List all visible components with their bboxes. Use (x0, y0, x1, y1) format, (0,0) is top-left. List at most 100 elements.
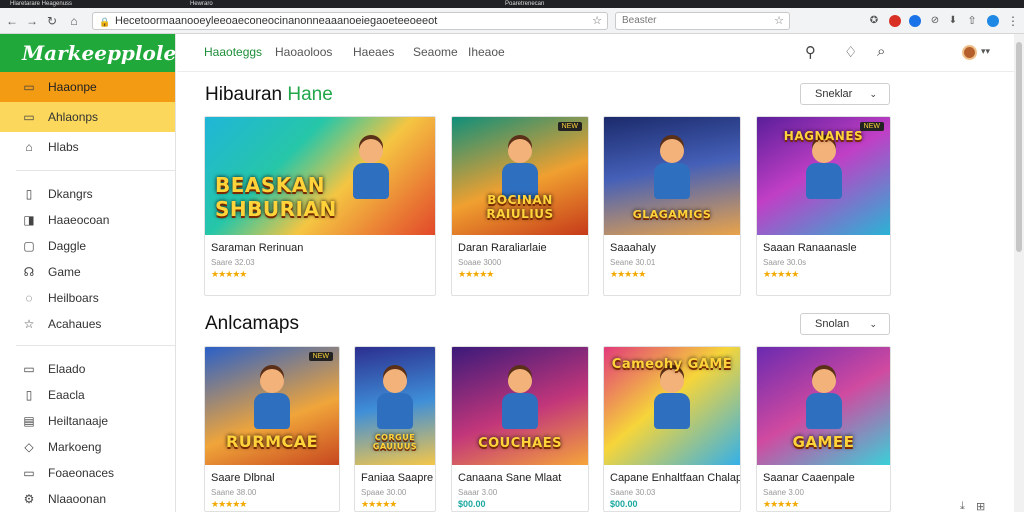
bookmark-icon: ◨ (23, 213, 35, 227)
share-icon[interactable]: ⇧ (964, 13, 980, 29)
chevron-down-icon[interactable]: ▾▾ (981, 46, 990, 57)
rating-stars: ★★★★★ (763, 269, 799, 279)
scrollbar-thumb[interactable] (1016, 42, 1022, 252)
sidebar-item[interactable]: ▯ Eaacla (0, 382, 175, 408)
profile-icon[interactable] (987, 15, 999, 27)
sidebar-item-label: Heilboars (48, 291, 99, 305)
game-art-title: Cameohy GAME (611, 357, 733, 372)
block-icon[interactable]: ⊘ (927, 13, 943, 29)
new-badge: NEW (308, 352, 333, 361)
sidebar-item[interactable]: ▯ Dkangrs (0, 181, 175, 207)
sort-label: Snolan (815, 318, 850, 330)
rating-stars: ★★★★★ (458, 269, 494, 279)
game-card[interactable]: Cameohy GAME Capane Enhaltfaan Chalapraa… (603, 346, 741, 512)
settings-icon: ⚙ (23, 492, 35, 506)
notification-icon[interactable]: ♢ (844, 43, 857, 61)
game-card[interactable]: NEW BOCINAN RAIULIUS Daran Raraliarlaie … (451, 116, 589, 296)
sidebar-item-labs[interactable]: ⌂ Hlabs (0, 132, 175, 162)
menu-icon[interactable]: ⋮ (1005, 13, 1021, 29)
star-icon[interactable]: ☆ (774, 13, 784, 29)
back-icon[interactable]: ← (4, 13, 20, 29)
sidebar-item[interactable]: ▢ Daggle (0, 233, 175, 259)
pin-icon[interactable]: ⤓ (960, 500, 965, 513)
nav-tab[interactable]: Seaome (413, 45, 458, 59)
sidebar-divider (16, 345, 175, 346)
extensions-icon[interactable]: ✪ (866, 13, 882, 29)
sidebar-item[interactable]: ◇ Markoeng (0, 434, 175, 460)
extension-red-icon[interactable] (889, 15, 901, 27)
browser-tab[interactable]: Poaretrenecan (505, 0, 585, 8)
card-price: Saare 32.03 (211, 258, 255, 267)
home-icon[interactable]: ⌂ (66, 13, 82, 29)
sidebar-item[interactable]: ☆ Acahaues (0, 311, 175, 337)
bookmark-star-icon[interactable]: ☆ (592, 13, 602, 29)
browser-tab[interactable]: Hlaretarare Heagenuss (10, 0, 130, 8)
sidebar-item-label: Markoeng (48, 440, 102, 454)
avatar[interactable] (962, 45, 977, 60)
game-art-title: BEASKAN SHBURIAN (215, 173, 337, 221)
user-icon[interactable]: ⚲ (805, 43, 816, 61)
sidebar-item[interactable]: ◨ Haaeocoan (0, 207, 175, 233)
browser-search-input[interactable]: Beaster ☆ (615, 12, 790, 30)
sidebar-item-apps[interactable]: ▭ Ahlaonps (0, 102, 175, 132)
extension-blue-icon[interactable] (909, 15, 921, 27)
scrollbar[interactable] (1014, 34, 1024, 512)
nav-tab[interactable]: Haoaoloos (275, 45, 332, 59)
nav-tab[interactable]: Haaoteggs (204, 45, 262, 59)
card-price: Saare 30.0s (763, 258, 807, 267)
sidebar-item[interactable]: ◌ Heilboars (0, 285, 175, 311)
game-card[interactable]: NEW RURMCAE Saare Dlbnal Saane 38.00 ★★★… (204, 346, 340, 512)
game-thumbnail: NEW HAGNANES (757, 117, 890, 235)
sidebar-item[interactable]: ⚙ Nlaaoonan (0, 486, 175, 512)
sidebar-item-label: Acahaues (48, 317, 102, 331)
apps-icon: ▭ (23, 110, 35, 124)
rating-stars: ★★★★★ (361, 499, 397, 509)
game-card[interactable]: GLAGAMIGS Saaahaly Seane 30.01 ★★★★★ (603, 116, 741, 296)
address-bar[interactable]: 🔒 Hecetoormaanooeyleeoaeconeocinanonneaa… (92, 12, 608, 30)
card-sale-price: $00.00 (610, 499, 638, 509)
forward-icon[interactable]: → (24, 13, 40, 29)
sidebar-item[interactable]: ▭ Elaado (0, 356, 175, 382)
game-art-title: BOCINAN RAIULIUS (486, 193, 554, 221)
game-card[interactable]: GAMEE Saanar Caaenpale Saane 3.00 ★★★★★ (756, 346, 891, 512)
character-illustration (252, 369, 292, 431)
url-text: Hecetoormaanooeyleeoaeconeocinanonneaaan… (115, 15, 438, 27)
card-title: Canaana Sane Mlaat (458, 472, 562, 484)
chevron-down-icon: ⌄ (869, 89, 877, 99)
gamepad-icon: ☊ (23, 265, 35, 279)
sort-dropdown[interactable]: Snolan ⌄ (800, 313, 890, 335)
game-card[interactable]: CORGUE GAUIUUS Faniaa Saapre Spaae 30.00… (354, 346, 436, 512)
sidebar-item[interactable]: ▭ Foaeonaces (0, 460, 175, 486)
document-icon: ▯ (25, 187, 33, 201)
character-illustration (652, 139, 692, 201)
logo[interactable]: Markeepplolee (0, 34, 189, 72)
sort-dropdown[interactable]: Sneklar ⌄ (800, 83, 890, 105)
section-title-accent: Hane (287, 84, 333, 105)
new-badge: NEW (557, 122, 582, 131)
card-title: Saaan Ranaanasle (763, 242, 857, 254)
game-art-title: GAMEE (792, 433, 855, 451)
game-card[interactable]: BEASKAN SHBURIAN Saraman Rerinuan Saare … (204, 116, 436, 296)
nav-tab[interactable]: Iheaoe (468, 45, 505, 59)
download-icon[interactable]: ⬇ (945, 13, 961, 29)
home-icon: ▭ (23, 80, 35, 94)
sidebar-item-label: Game (48, 265, 81, 279)
file-icon: ▯ (25, 388, 33, 402)
card-title: Saare Dlbnal (211, 472, 275, 484)
game-card[interactable]: NEW HAGNANES Saaan Ranaanasle Saare 30.0… (756, 116, 891, 296)
sidebar-item-home[interactable]: ▭ Haaonpe (0, 72, 175, 102)
rating-stars: ★★★★★ (610, 269, 646, 279)
nav-tab[interactable]: Haeaes (353, 45, 394, 59)
add-icon[interactable]: ⊞ (976, 500, 985, 513)
sidebar-item[interactable]: ▤ Heiltanaaje (0, 408, 175, 434)
sidebar-item-game[interactable]: ☊ Game (0, 259, 175, 285)
chevron-down-icon: ⌄ (869, 319, 877, 329)
card-sale-price: $00.00 (458, 499, 486, 509)
game-thumbnail: GLAGAMIGS (604, 117, 740, 235)
reload-icon[interactable]: ↻ (44, 13, 60, 29)
search-icon[interactable]: ⌕ (877, 43, 885, 60)
page-icon: ▢ (23, 239, 35, 253)
browser-tab[interactable]: Hewraro (190, 0, 250, 8)
game-card[interactable]: COUCHAES Canaana Sane Mlaat Saaar 3.00 $… (451, 346, 589, 512)
rating-stars: ★★★★★ (211, 499, 247, 509)
